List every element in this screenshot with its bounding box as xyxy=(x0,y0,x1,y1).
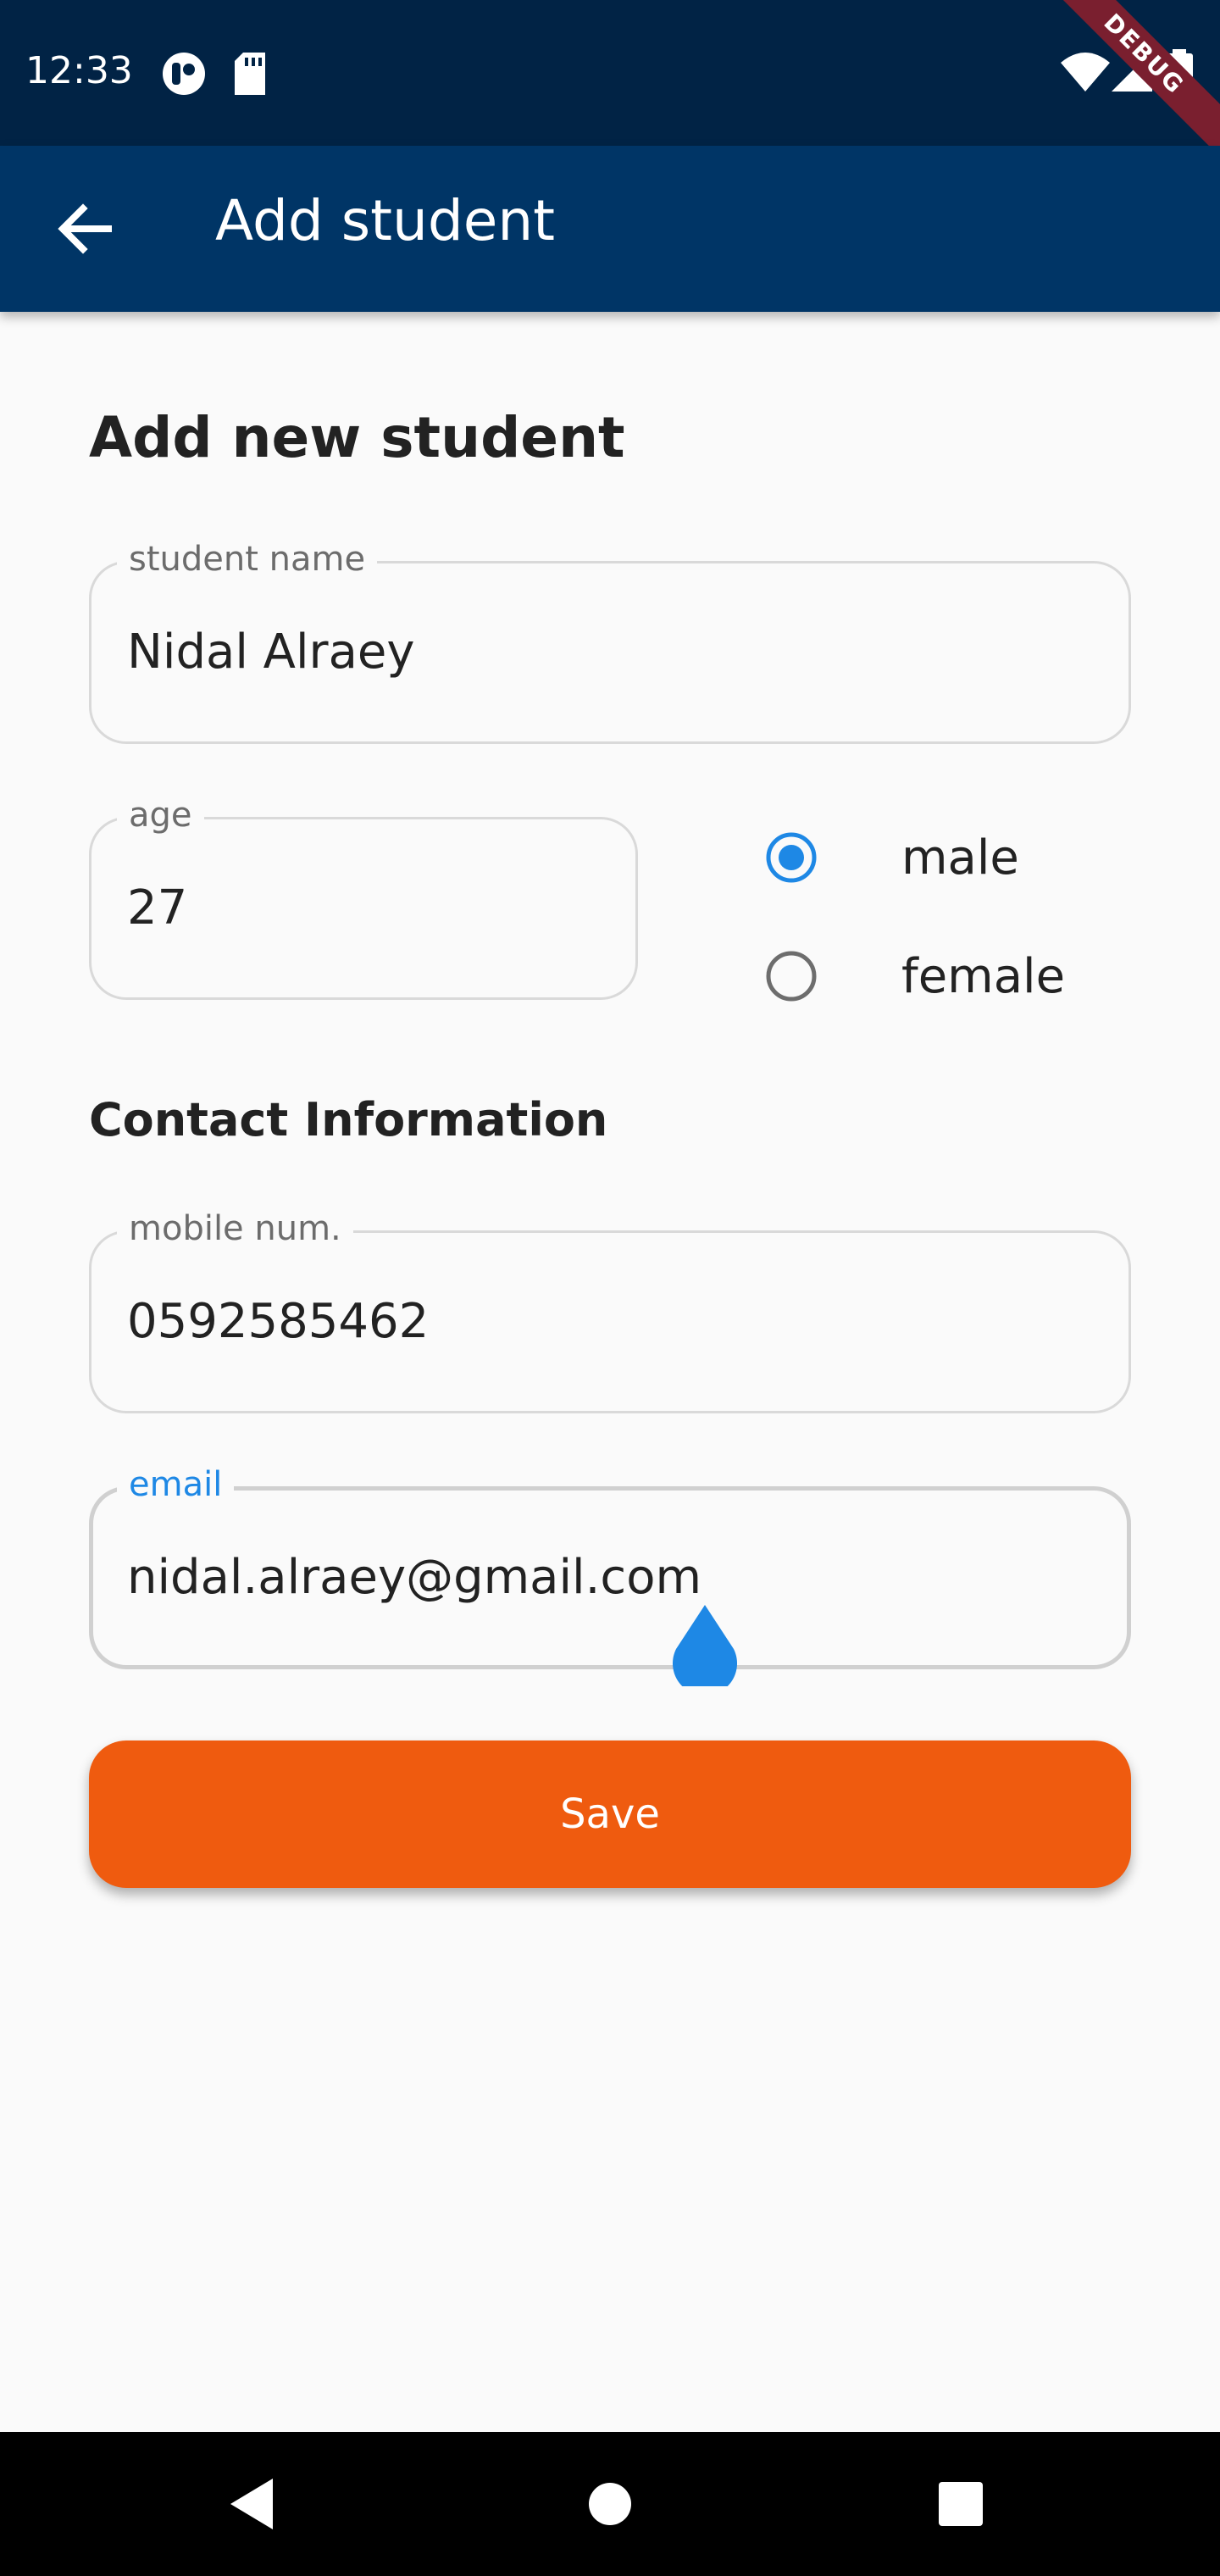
contact-info-heading: Contact Information xyxy=(89,1093,608,1146)
mobile-label: mobile num. xyxy=(117,1208,353,1250)
arrow-back-icon xyxy=(58,203,112,254)
gender-radio-female[interactable]: female xyxy=(762,934,1118,1019)
age-field[interactable]: age 27 xyxy=(89,794,638,1000)
radio-unselected-icon[interactable] xyxy=(766,951,817,1002)
gender-radio-male[interactable]: male xyxy=(762,815,1118,900)
vpn-key-icon xyxy=(163,53,205,95)
age-label: age xyxy=(117,794,204,836)
wifi-icon xyxy=(1061,53,1110,92)
text-cursor-handle-icon[interactable] xyxy=(671,1602,739,1686)
save-button[interactable]: Save xyxy=(89,1740,1131,1888)
page-heading: Add new student xyxy=(89,405,625,470)
sd-card-icon xyxy=(235,53,265,95)
email-label: email xyxy=(117,1463,235,1506)
student-name-field[interactable]: student name Nidal Alraey xyxy=(89,538,1131,744)
system-nav-bar xyxy=(0,2432,1220,2576)
radio-selected-icon[interactable] xyxy=(766,832,817,883)
mobile-field[interactable]: mobile num. 0592585462 xyxy=(89,1208,1131,1413)
radio-label-male: male xyxy=(901,830,1019,886)
nav-back-icon[interactable] xyxy=(220,2470,288,2538)
email-field[interactable]: email nidal.alraey@gmail.com xyxy=(89,1463,1131,1669)
age-value[interactable]: 27 xyxy=(127,880,187,935)
mobile-value[interactable]: 0592585462 xyxy=(127,1294,429,1349)
email-value[interactable]: nidal.alraey@gmail.com xyxy=(127,1550,702,1605)
radio-label-female: female xyxy=(901,949,1066,1004)
nav-home-icon[interactable] xyxy=(576,2470,644,2538)
status-bar: 12:33 DEBUG xyxy=(0,0,1220,146)
nav-recents-icon[interactable] xyxy=(927,2470,995,2538)
student-name-value[interactable]: Nidal Alraey xyxy=(127,625,414,680)
app-bar: Add student xyxy=(0,146,1220,312)
status-time: 12:33 xyxy=(25,49,133,92)
back-button[interactable] xyxy=(49,193,120,264)
student-name-label: student name xyxy=(117,538,378,580)
app-bar-title: Add student xyxy=(215,188,556,253)
